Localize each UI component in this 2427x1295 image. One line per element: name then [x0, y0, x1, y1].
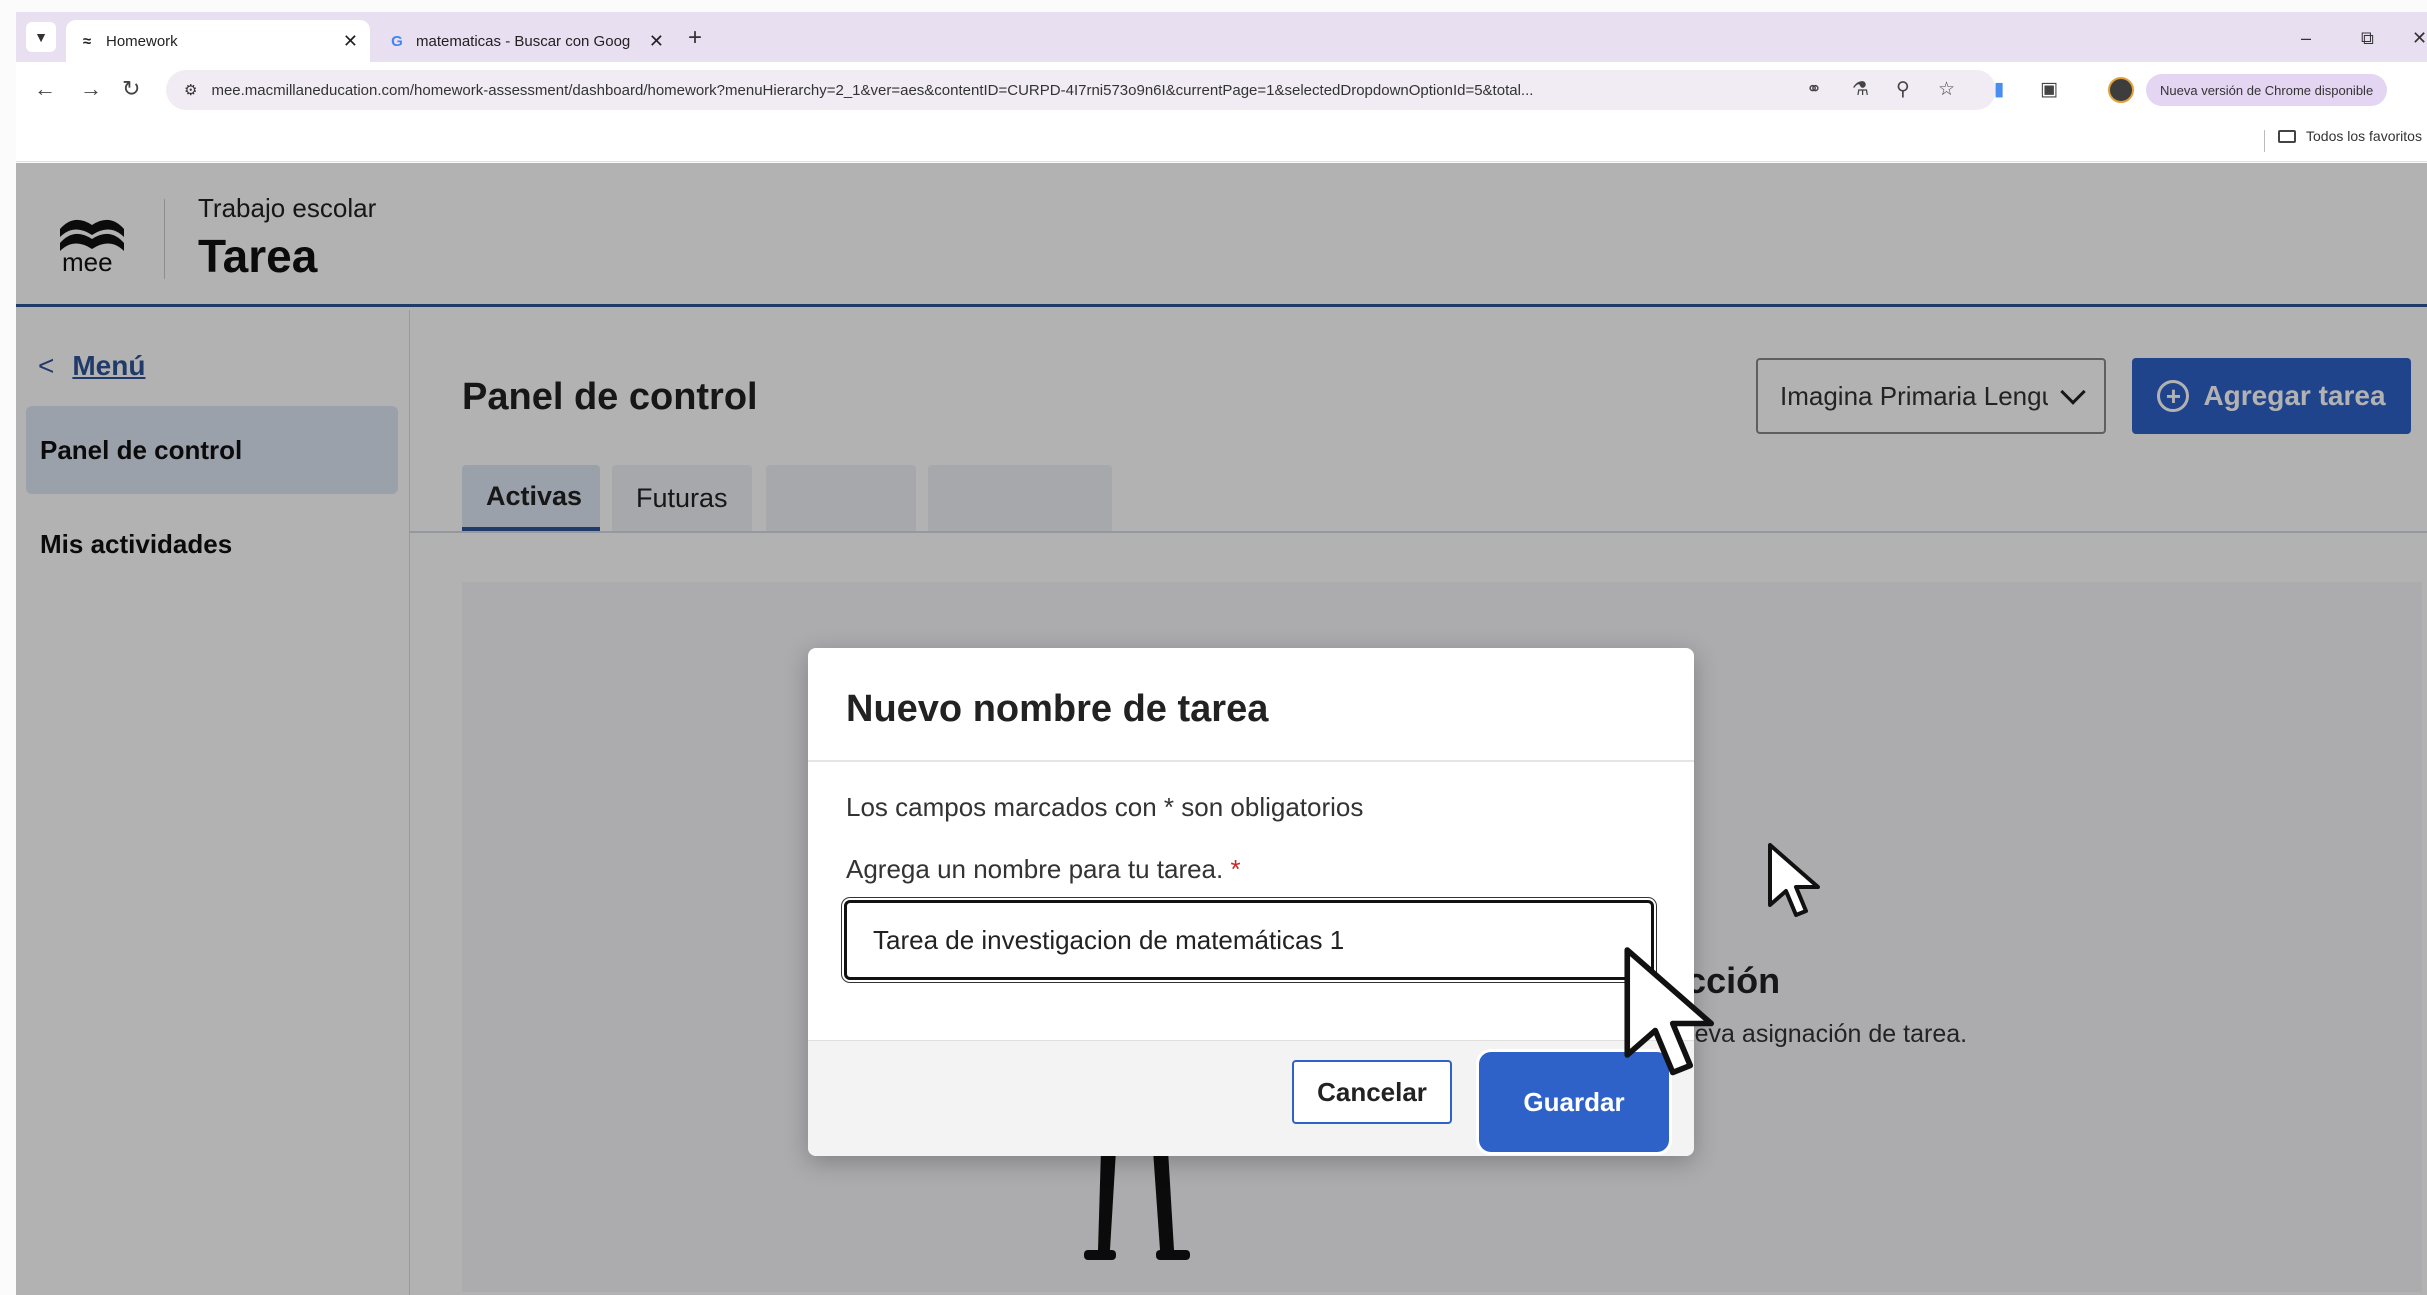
dialog-header: Nuevo nombre de tarea [808, 648, 1694, 762]
password-key-icon[interactable]: ⚭ [1806, 78, 1822, 101]
all-bookmarks-button[interactable]: Todos los favoritos [2278, 128, 2422, 144]
homework-name-label: Agrega un nombre para tu tarea. * [846, 854, 1241, 885]
forward-icon[interactable]: → [80, 76, 102, 102]
new-tab-icon[interactable]: + [688, 24, 702, 52]
all-bookmarks-label: Todos los favoritos [2306, 128, 2422, 144]
mouse-pointer-icon [1624, 947, 1715, 1076]
zoom-icon[interactable]: ⚲ [1896, 78, 1910, 101]
macmillan-icon: ≈ [82, 32, 92, 50]
chrome-update-button[interactable]: Nueva versión de Chrome disponible [2146, 74, 2388, 106]
field-label-text: Agrega un nombre para tu tarea. [846, 854, 1224, 884]
bookmark-star-icon[interactable]: ☆ [1938, 78, 1955, 101]
dialog-title: Nuevo nombre de tarea [846, 688, 1269, 730]
restore-icon[interactable]: ⧉ [2361, 28, 2374, 49]
bookmarks-bar: Todos los favoritos [16, 118, 2427, 162]
mouse-pointer-icon [1768, 843, 1820, 917]
update-label: Nueva versión de Chrome disponible [2160, 82, 2374, 98]
close-window-icon[interactable]: ✕ [2412, 28, 2427, 49]
required-fields-note: Los campos marcados con * son obligatori… [846, 792, 1364, 822]
tab-search-chevron-icon[interactable]: ▼ [26, 22, 56, 52]
tab-title: Homework [106, 32, 178, 50]
extensions-puzzle-icon[interactable]: ▣ [2040, 78, 2058, 101]
bookmarks-divider [2264, 130, 2265, 152]
save-label: Guardar [1523, 1086, 1625, 1117]
extension-icon[interactable]: ▮ [1994, 78, 2004, 101]
required-asterisk: * [1230, 854, 1241, 884]
tab-title: matematicas - Buscar con Goog [416, 32, 631, 50]
minimize-icon[interactable]: – [2301, 28, 2311, 49]
translate-icon[interactable]: ⚗ [1852, 78, 1869, 101]
browser-tab-google[interactable]: G matematicas - Buscar con Goog ✕ [376, 20, 676, 62]
cancel-button[interactable]: Cancelar [1292, 1060, 1452, 1124]
homework-name-input[interactable] [844, 900, 1654, 980]
web-page: mee Trabajo escolar Tarea < Menú Panel de… [16, 163, 2427, 1295]
rename-homework-dialog: Nuevo nombre de tarea Los campos marcado… [808, 648, 1694, 1156]
browser-tab-strip: ▼ ≈ Homework ✕ G matematicas - Buscar co… [16, 12, 2427, 62]
back-icon[interactable]: ← [34, 76, 56, 102]
reload-icon[interactable]: ↻ [122, 76, 140, 102]
address-toolbar: ← → ↻ ⚙ mee.macmillaneducation.com/homew… [16, 62, 2427, 118]
url-bar[interactable]: ⚙ mee.macmillaneducation.com/homework-as… [166, 70, 1996, 110]
site-settings-icon[interactable]: ⚙ [184, 81, 197, 99]
close-tab-icon[interactable]: ✕ [649, 31, 664, 52]
folder-icon [2278, 129, 2296, 143]
google-icon: G [391, 32, 403, 50]
close-tab-icon[interactable]: ✕ [343, 31, 358, 52]
profile-avatar[interactable] [2108, 77, 2134, 103]
cancel-label: Cancelar [1317, 1076, 1427, 1107]
browser-tab-homework[interactable]: ≈ Homework ✕ [66, 20, 370, 62]
url-text: mee.macmillaneducation.com/homework-asse… [211, 81, 1534, 99]
